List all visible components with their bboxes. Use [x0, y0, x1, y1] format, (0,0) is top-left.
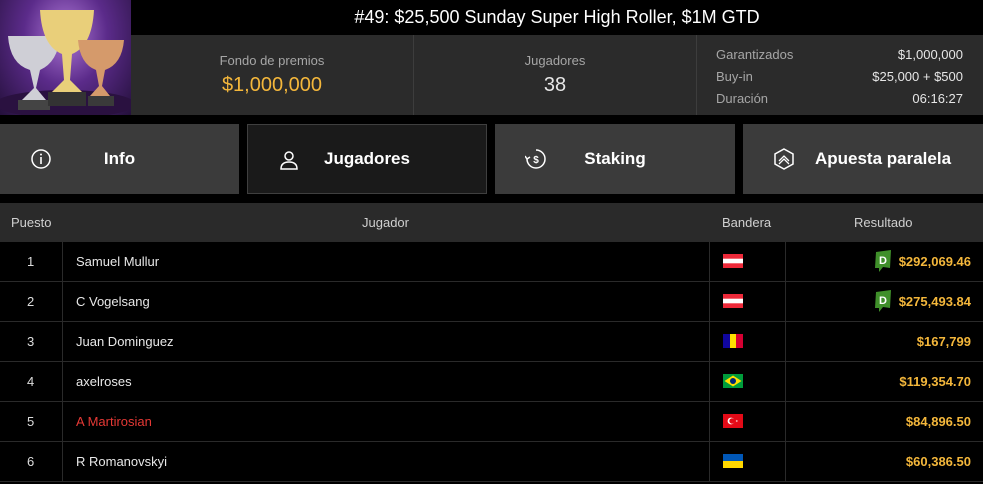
d-badge-icon: D [874, 250, 891, 272]
user-icon [280, 151, 298, 170]
row-flag-cell [709, 442, 786, 482]
tournament-title: #49: $25,500 Sunday Super High Roller, $… [354, 7, 760, 27]
row-flag-cell [709, 362, 786, 402]
flag-brazil-icon [723, 374, 743, 388]
tab-bar: Info Jugadores $ Staking Apuesta paralel… [0, 124, 983, 194]
row-position: 4 [0, 362, 63, 402]
tab-side-bet[interactable]: Apuesta paralela [743, 124, 983, 194]
tournament-stats: Fondo de premios $1,000,000 Jugadores 38… [131, 35, 983, 115]
table-row[interactable]: 2 C Vogelsang D $275,493.84 [0, 282, 983, 322]
row-flag-cell [709, 242, 786, 282]
tournament-details: Garantizados $1,000,000 Buy-in $25,000 +… [697, 35, 983, 115]
table-row[interactable]: 4 axelroses $119,354.70 [0, 362, 983, 402]
row-position: 2 [0, 282, 63, 322]
detail-key: Buy-in [716, 68, 753, 84]
players-label: Jugadores [524, 53, 586, 68]
row-result: $167,799 [917, 322, 971, 362]
row-position: 3 [0, 322, 63, 362]
column-result: Resultado [854, 215, 913, 230]
column-flag: Bandera [722, 215, 772, 230]
svg-text:D: D [879, 255, 887, 267]
row-result-value: $60,386.50 [905, 454, 971, 469]
column-position: Puesto [11, 215, 52, 230]
row-result: $60,386.50 [906, 442, 971, 482]
tournament-thumbnail [0, 0, 131, 115]
row-position: 5 [0, 402, 63, 442]
row-result: $84,896.50 [906, 402, 971, 442]
row-player-name[interactable]: axelroses [76, 362, 132, 402]
detail-buyin: Buy-in $25,000 + $500 [716, 65, 963, 87]
tab-staking[interactable]: $ Staking [495, 124, 735, 194]
results-table-header: Puesto Jugador Bandera Resultado [0, 203, 983, 242]
side-bet-icon [774, 148, 794, 170]
flag-ukraine-icon [723, 454, 743, 468]
row-player-name[interactable]: Samuel Mullur [76, 242, 159, 282]
table-row[interactable]: 3 Juan Dominguez $167,799 [0, 322, 983, 362]
detail-value: $25,000 + $500 [872, 68, 963, 84]
flag-austria-icon [723, 254, 743, 268]
d-badge-icon: D [874, 290, 891, 312]
row-flag-cell [709, 282, 786, 322]
table-row[interactable]: 6 R Romanovskyi $60,386.50 [0, 442, 983, 482]
row-result: $119,354.70 [899, 362, 971, 402]
column-player: Jugador [362, 215, 409, 230]
players-value: 38 [543, 74, 567, 96]
row-position: 1 [0, 242, 63, 282]
row-result-value: $119,354.70 [899, 374, 971, 389]
detail-value: $1,000,000 [897, 46, 963, 62]
row-result-value: $292,069.46 [898, 254, 971, 269]
flag-austria-icon [723, 294, 743, 308]
table-row[interactable]: 5 A Martirosian $84,896.50 [0, 402, 983, 442]
row-player-name[interactable]: R Romanovskyi [76, 442, 167, 482]
tab-players[interactable]: Jugadores [247, 124, 487, 194]
detail-key: Duración [716, 90, 769, 106]
row-player-name[interactable]: A Martirosian [76, 402, 152, 442]
svg-text:D: D [879, 295, 887, 307]
row-flag-cell [709, 402, 786, 442]
detail-duration: Duración 06:16:27 [716, 87, 963, 109]
svg-text:$: $ [533, 155, 539, 166]
prize-pool-label: Fondo de premios [219, 53, 325, 68]
row-flag-cell [709, 322, 786, 362]
detail-guaranteed: Garantizados $1,000,000 [716, 43, 963, 65]
tournament-title-bar: #49: $25,500 Sunday Super High Roller, $… [131, 0, 983, 35]
row-result: D $275,493.84 [873, 282, 971, 322]
table-row[interactable]: 1 Samuel Mullur D $292,069.46 [0, 242, 983, 282]
row-result: D $292,069.46 [873, 242, 971, 282]
row-player-name[interactable]: Juan Dominguez [76, 322, 174, 362]
detail-value: 06:16:27 [912, 90, 963, 106]
row-position: 6 [0, 442, 63, 482]
row-result-value: $275,493.84 [898, 294, 971, 309]
flag-turkey-icon [723, 414, 743, 428]
prize-pool-value: $1,000,000 [221, 74, 323, 96]
detail-key: Garantizados [716, 46, 794, 62]
flag-andorra-icon [723, 334, 743, 348]
tab-info[interactable]: Info [0, 124, 239, 194]
prize-pool-stat: Fondo de premios $1,000,000 [131, 35, 414, 115]
row-player-name[interactable]: C Vogelsang [76, 282, 150, 322]
row-result-value: $167,799 [916, 334, 971, 349]
info-icon [31, 149, 51, 169]
row-result-value: $84,896.50 [905, 414, 971, 429]
staking-icon: $ [525, 149, 546, 169]
players-stat: Jugadores 38 [414, 35, 697, 115]
results-table-body: 1 Samuel Mullur D $292,069.46 2 C Vogels… [0, 242, 983, 482]
